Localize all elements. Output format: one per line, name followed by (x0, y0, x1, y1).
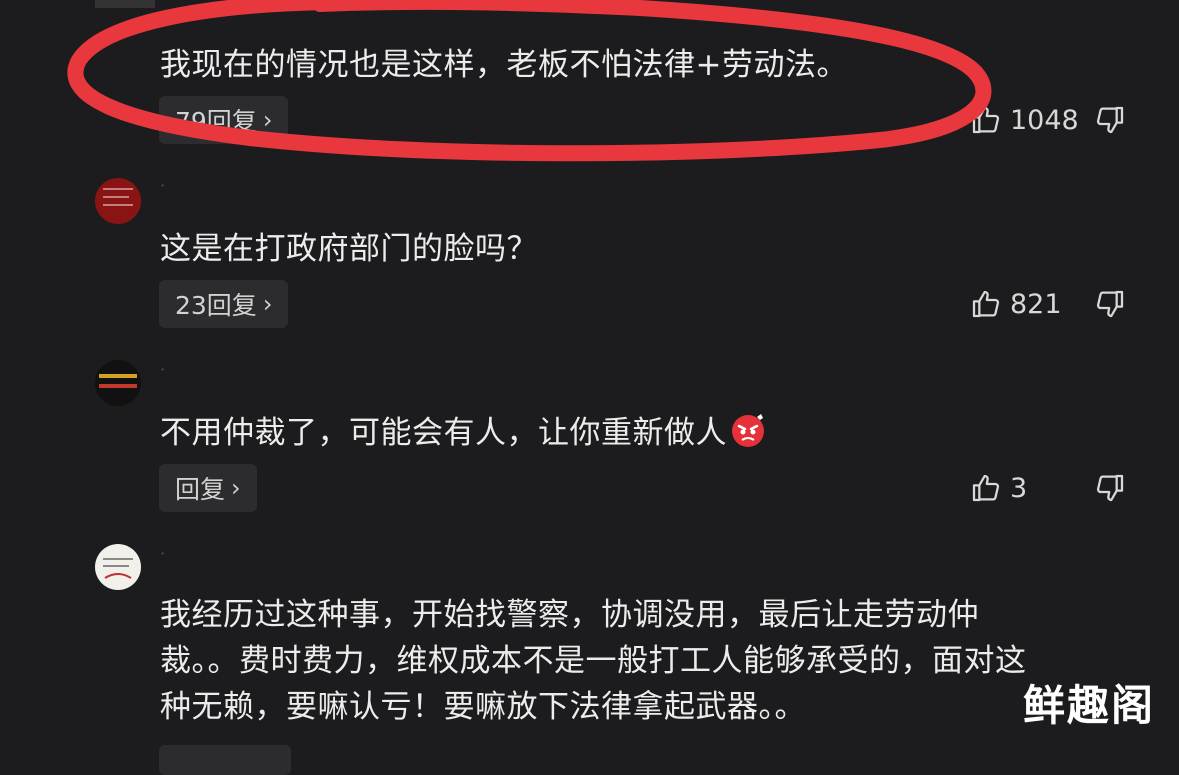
comment-actions: 1048 (970, 100, 1140, 140)
thumbs-down-icon[interactable] (1094, 104, 1126, 136)
comment-text-line: 裁。。费时费力，维权成本不是一般打工人能够承受的，面对这 (160, 643, 1027, 679)
watermark: 鲜趣阁 (1022, 681, 1155, 730)
reply-label: 23回复 (175, 291, 257, 320)
thumbs-up-icon[interactable] (970, 288, 1002, 320)
avatar[interactable] (95, 544, 141, 590)
reply-button[interactable]: 79回复 › (159, 96, 289, 144)
reply-button[interactable]: 23回复 › (159, 280, 289, 328)
username[interactable]: · (160, 360, 165, 379)
username[interactable]: · (160, 544, 165, 563)
comment-actions: 3 (970, 468, 1140, 508)
like-count: 821 (1010, 288, 1062, 320)
comment-actions: 821 (970, 284, 1140, 324)
like-count: 3 (1010, 472, 1028, 504)
chevron-right-icon: › (262, 106, 273, 134)
comment-text: 我经历过这种事，开始找警察，协调没用，最后让走劳动仲 裁。。费时费力，维权成本不… (160, 592, 1120, 730)
comment-text: 这是在打政府部门的脸吗？ (160, 231, 538, 267)
thumbs-down-icon[interactable] (1094, 288, 1126, 320)
comment-text-line: 种无赖，要嘛认亏！要嘛放下法律拿起武器。。 (160, 689, 806, 725)
like-count: 1048 (1010, 104, 1079, 136)
previous-comment-fragment (95, 0, 155, 8)
thumbs-up-icon[interactable] (970, 472, 1002, 504)
reply-label: 回复 (175, 475, 226, 504)
username[interactable]: · (160, 176, 165, 195)
thumbs-down-icon[interactable] (1094, 472, 1126, 504)
avatar[interactable] (95, 360, 141, 406)
comment-text: 我现在的情况也是这样，老板不怕法律+劳动法。 (160, 47, 848, 83)
reply-button[interactable]: 回复 › (159, 464, 257, 512)
comment-text-line: 我经历过这种事，开始找警察，协调没用，最后让走劳动仲 (160, 597, 979, 633)
chevron-right-icon: › (231, 474, 241, 502)
reply-label: 79回复 (175, 107, 257, 136)
reply-button[interactable] (159, 745, 291, 775)
angry-face-emoji-icon (732, 414, 764, 447)
comment-text: 不用仲裁了，可能会有人，让你重新做人 (160, 410, 1120, 456)
chevron-right-icon: › (262, 290, 273, 318)
avatar[interactable] (95, 178, 141, 224)
thumbs-up-icon[interactable] (970, 104, 1002, 136)
